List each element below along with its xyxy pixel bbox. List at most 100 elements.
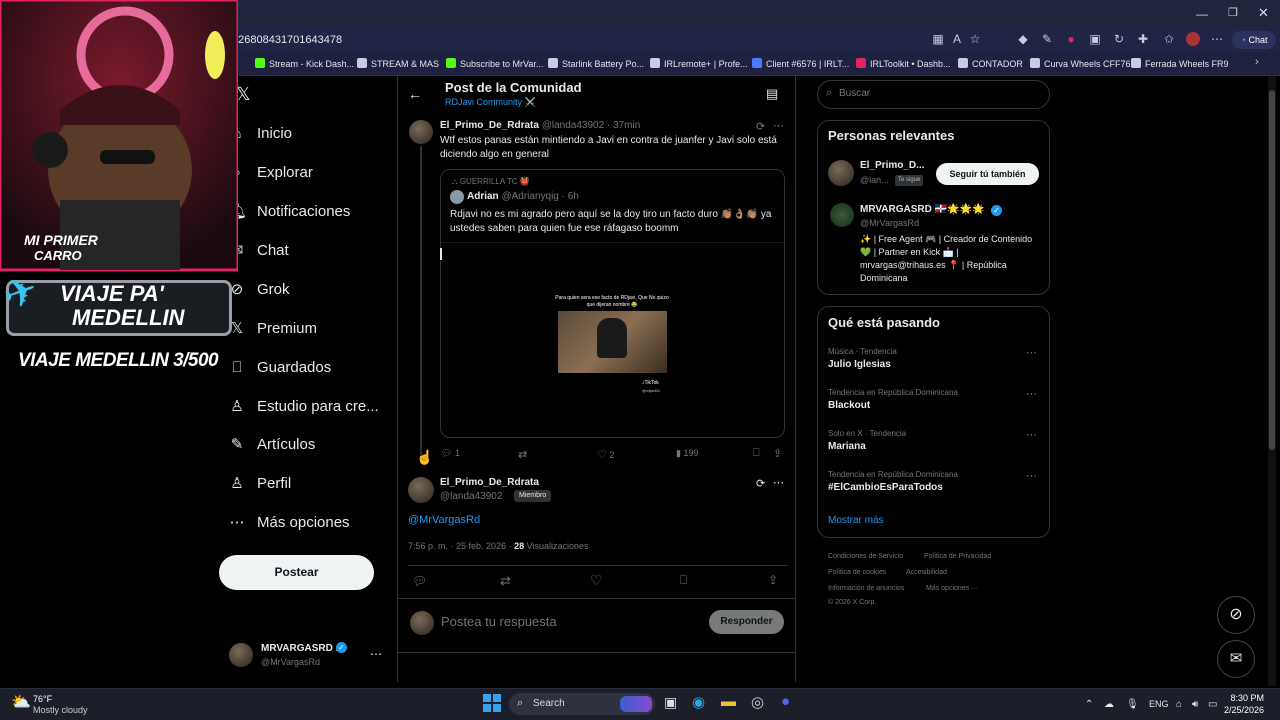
reply-post-handle[interactable]: @landa43902 bbox=[542, 120, 604, 131]
volume-icon[interactable]: 🔊︎ bbox=[1192, 699, 1198, 710]
weather-temp[interactable]: 76°F bbox=[33, 694, 52, 704]
person1-handle[interactable]: @lan... bbox=[860, 175, 889, 185]
footer-link[interactable]: Información de anuncios bbox=[828, 585, 904, 592]
weather-desc[interactable]: Mostly cloudy bbox=[33, 705, 88, 715]
task-view-icon[interactable]: ▣ bbox=[664, 694, 677, 711]
footer-link[interactable]: Condiciones de Servicio bbox=[828, 553, 903, 560]
reply-post-name[interactable]: El_Primo_De_Rdrata bbox=[440, 120, 539, 131]
back-arrow-icon[interactable]: ← bbox=[408, 86, 422, 102]
person1-avatar[interactable] bbox=[828, 160, 854, 186]
bookmark-item[interactable]: Starlink Battery Po... bbox=[548, 56, 644, 72]
network-icon[interactable]: ⌂ bbox=[1176, 699, 1182, 710]
bookmark-item[interactable]: Client #6576 | IRLT... bbox=[752, 56, 849, 72]
bookmark-item[interactable]: Stream - Kick Dash... bbox=[255, 56, 354, 72]
nav-item-estudio-para-cre-[interactable]: ♙ Estudio para cre... bbox=[228, 393, 378, 419]
bookmark-item[interactable]: Curva Wheels CFF76 bbox=[1030, 56, 1131, 72]
browser-menu-icon[interactable]: ⋯ bbox=[1210, 32, 1224, 46]
read-aloud-icon[interactable]: A bbox=[950, 32, 964, 46]
main-bookmark-icon[interactable]: ⎕ bbox=[680, 573, 687, 588]
main-post-more-icon[interactable]: ⋯ bbox=[773, 476, 784, 489]
nav-item-notificaciones[interactable]: 🔔︎Notificaciones bbox=[228, 198, 350, 224]
scrollbar-thumb[interactable] bbox=[1269, 90, 1275, 450]
person2-name[interactable]: MRVARGASRD 🇩🇴🌟🌟🌟 bbox=[860, 204, 984, 215]
trend-name[interactable]: Julio Iglesias bbox=[828, 359, 891, 370]
main-post-timestamp[interactable]: 7:56 p. m. · 25 feb. 2026 · bbox=[408, 541, 512, 551]
microphone-icon[interactable]: 🎙︎ bbox=[1126, 699, 1139, 710]
grid-icon[interactable]: ▦ bbox=[931, 32, 945, 46]
reader-icon[interactable]: ▤ bbox=[766, 86, 778, 102]
reply-post-avatar[interactable] bbox=[409, 120, 433, 144]
minimize-icon[interactable]: — bbox=[1196, 7, 1208, 21]
show-more-link[interactable]: Mostrar más bbox=[828, 515, 884, 526]
clock-time[interactable]: 8:30 PM bbox=[1218, 693, 1264, 703]
bookmark-item[interactable]: IRLremote+ | Profe... bbox=[650, 56, 748, 72]
nav-item-artículos[interactable]: ✎ Artículos bbox=[228, 431, 316, 457]
views-action[interactable]: ▮ 199 bbox=[676, 448, 699, 459]
nav-item-más-opciones[interactable]: ⋯ Más opciones bbox=[228, 509, 350, 535]
trend-more-icon[interactable]: ⋯ bbox=[1026, 469, 1037, 482]
main-share-icon[interactable]: ⇪ bbox=[768, 573, 778, 587]
bookmark-item[interactable]: Subscribe to MrVar... bbox=[446, 56, 543, 72]
bookmark-item[interactable]: STREAM & MAS bbox=[357, 56, 439, 72]
reply-post-time[interactable]: · 37min bbox=[607, 120, 640, 131]
main-repost-icon[interactable]: ⇄ bbox=[500, 573, 511, 589]
person1-name[interactable]: El_Primo_D... bbox=[860, 160, 924, 171]
post-button[interactable]: Postear bbox=[219, 555, 374, 590]
reply-input[interactable]: Postea tu respuesta bbox=[441, 614, 557, 629]
trend-more-icon[interactable]: ⋯ bbox=[1026, 346, 1037, 359]
main-post-avatar[interactable] bbox=[408, 477, 434, 503]
extension-red-icon[interactable]: ● bbox=[1064, 32, 1078, 46]
bookmark-item[interactable]: CONTADOR bbox=[958, 56, 1023, 72]
trend-name[interactable]: Blackout bbox=[828, 400, 870, 411]
x-logo-icon[interactable]: 𝕏 bbox=[236, 84, 251, 105]
close-window-icon[interactable]: ✕ bbox=[1258, 5, 1269, 21]
main-post-name[interactable]: El_Primo_De_Rdrata bbox=[440, 477, 539, 488]
favorite-star-icon[interactable]: ☆ bbox=[968, 32, 982, 46]
search-placeholder[interactable]: Buscar bbox=[839, 88, 870, 99]
reply-button[interactable]: Responder bbox=[709, 610, 784, 634]
trend-more-icon[interactable]: ⋯ bbox=[1026, 387, 1037, 400]
discord-icon[interactable]: ● bbox=[781, 693, 790, 710]
bookmark-action-icon[interactable]: ⎕ bbox=[753, 447, 760, 460]
main-grok-icon[interactable]: ⟳ bbox=[756, 477, 765, 490]
main-reply-icon[interactable]: 💬︎ bbox=[412, 574, 427, 588]
follow-back-button[interactable]: Seguir tú también bbox=[936, 163, 1039, 185]
obs-icon[interactable]: ◎ bbox=[751, 693, 764, 711]
nav-item-explorar[interactable]: ⌕Explorar bbox=[228, 159, 313, 185]
person2-avatar[interactable] bbox=[830, 203, 854, 227]
bookmark-item[interactable]: Ferrada Wheels FR9 bbox=[1131, 56, 1229, 72]
footer-link[interactable]: Política de cookies bbox=[828, 569, 886, 576]
account-avatar[interactable] bbox=[229, 643, 253, 667]
windows-start-icon[interactable] bbox=[483, 694, 501, 712]
main-post-handle[interactable]: @landa43902 bbox=[440, 491, 502, 502]
main-like-icon[interactable]: ♡ bbox=[590, 572, 603, 589]
url-field[interactable]: 026808431701643478 bbox=[232, 30, 922, 50]
bookmarks-overflow-icon[interactable]: › bbox=[1255, 56, 1259, 68]
main-post-mention[interactable]: @MrVargasRd bbox=[408, 514, 480, 526]
language-indicator[interactable]: ENG bbox=[1149, 699, 1169, 709]
puzzle-icon[interactable]: ✚ bbox=[1136, 32, 1150, 46]
grok-analyze-icon[interactable]: ⟳ bbox=[756, 120, 765, 133]
account-menu-icon[interactable]: ⋯ bbox=[370, 647, 382, 661]
nav-item-premium[interactable]: 𝕏 Premium bbox=[228, 315, 317, 341]
reply-action[interactable]: 💬︎ 1 bbox=[441, 448, 460, 459]
tray-app-icon[interactable]: ☁ bbox=[1104, 699, 1114, 710]
profile-avatar-icon[interactable] bbox=[1186, 32, 1200, 46]
grok-float-button[interactable]: ⊘ bbox=[1217, 596, 1255, 634]
clock-date[interactable]: 2/25/2026 bbox=[1212, 705, 1264, 715]
community-link[interactable]: RDJavi Community ⚔️ bbox=[445, 97, 536, 108]
extension-pen-icon[interactable]: ✎ bbox=[1040, 32, 1054, 46]
refresh-ext-icon[interactable]: ↻ bbox=[1112, 32, 1126, 46]
favorites-icon[interactable]: ✩ bbox=[1162, 32, 1176, 46]
file-explorer-icon[interactable]: ▬ bbox=[721, 693, 736, 710]
taskbar-search-label[interactable]: Search bbox=[533, 698, 565, 709]
footer-link[interactable]: Accesibilidad bbox=[906, 569, 947, 576]
nav-item-perfil[interactable]: ♙ Perfil bbox=[228, 470, 291, 496]
person2-handle[interactable]: @MrVargasRd bbox=[860, 218, 919, 228]
weather-icon[interactable]: ⛅ bbox=[11, 692, 31, 712]
maximize-icon[interactable]: ❐ bbox=[1228, 6, 1238, 19]
reply-post-more-icon[interactable]: ⋯ bbox=[773, 119, 784, 132]
extension-square-icon[interactable]: ▣ bbox=[1088, 32, 1102, 46]
messages-float-button[interactable]: ✉ bbox=[1217, 640, 1255, 678]
repost-icon[interactable]: ⇄ bbox=[518, 448, 527, 461]
